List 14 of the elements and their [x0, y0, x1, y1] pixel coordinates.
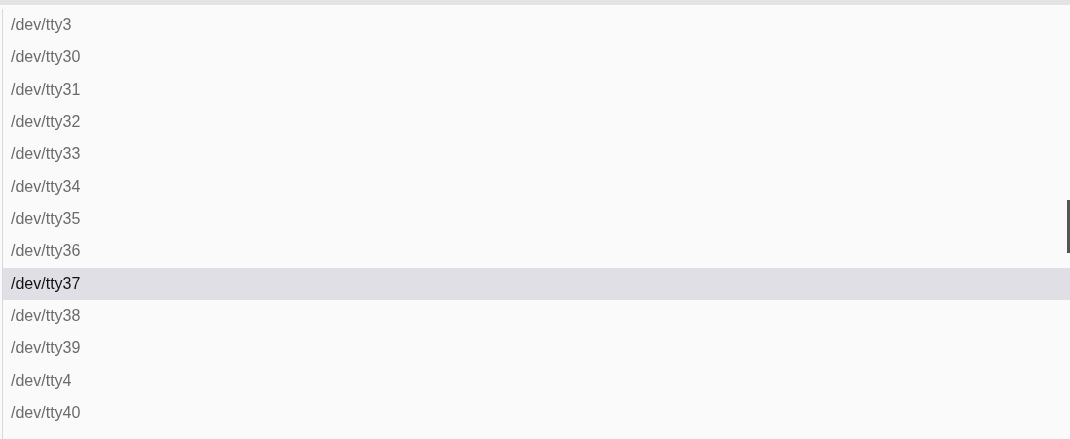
list-item[interactable]: /dev/tty3: [3, 9, 1070, 42]
list-item[interactable]: /dev/tty31: [3, 73, 1070, 106]
list-item[interactable]: /dev/tty4: [3, 364, 1070, 397]
list-item[interactable]: /dev/tty37: [3, 267, 1070, 300]
list-item[interactable]: /dev/tty36: [3, 235, 1070, 268]
list-item[interactable]: /dev/tty33: [3, 138, 1070, 171]
list-item[interactable]: /dev/tty32: [3, 106, 1070, 139]
list-item[interactable]: /dev/tty38: [3, 299, 1070, 333]
list-item[interactable]: /dev/tty35: [3, 202, 1070, 236]
list-item[interactable]: /dev/tty39: [3, 332, 1070, 365]
list-item[interactable]: /dev/tty40: [3, 396, 1070, 430]
list-item[interactable]: /dev/tty30: [3, 41, 1070, 74]
scrollbar-thumb[interactable]: [1067, 200, 1070, 253]
list-item[interactable]: /dev/tty34: [3, 170, 1070, 203]
